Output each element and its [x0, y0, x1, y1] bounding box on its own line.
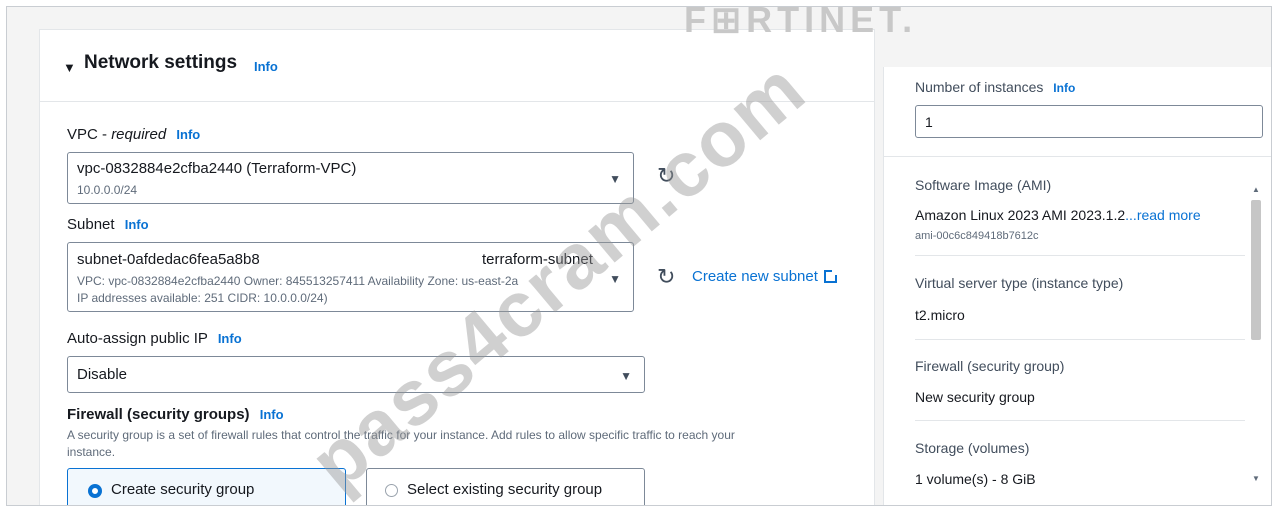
divider [915, 255, 1245, 256]
section-info-link[interactable]: Info [254, 59, 278, 74]
ami-value: Amazon Linux 2023 AMI 2023.1.2...read mo… [915, 207, 1201, 223]
select-existing-security-group-label: Select existing security group [407, 481, 603, 498]
subnet-info-link[interactable]: Info [125, 217, 149, 232]
fortinet-watermark: F⊞RTINET. [684, 0, 918, 40]
external-link-icon [823, 269, 838, 283]
create-security-group-label: Create security group [111, 481, 255, 498]
ami-value-text: Amazon Linux 2023 AMI 2023.1.2 [915, 207, 1126, 223]
subnet-label: Subnet Info [67, 216, 149, 233]
dropdown-arrow-icon: ▼ [620, 369, 632, 383]
ami-label: Software Image (AMI) [915, 177, 1052, 193]
radio-selected-icon [88, 484, 102, 498]
instances-label: Number of instances Info [915, 79, 1075, 95]
ami-id: ami-00c6c849418b7612c [915, 230, 1039, 242]
create-security-group-option[interactable]: Create security group [67, 468, 346, 505]
vpc-label-text: VPC - [67, 126, 112, 143]
vpc-select[interactable]: vpc-0832884e2cfba2440 (Terraform-VPC) 10… [67, 152, 634, 204]
scroll-thumb[interactable] [1251, 200, 1261, 340]
caret-down-icon[interactable]: ▼ [63, 60, 76, 75]
firewall-label: Firewall (security groups) Info [67, 406, 284, 423]
divider [915, 420, 1245, 421]
section-title: Network settings [84, 52, 238, 73]
create-new-subnet-link[interactable]: Create new subnet [692, 268, 838, 285]
vpc-info-link[interactable]: Info [176, 127, 200, 142]
firewall-info-link[interactable]: Info [260, 407, 284, 422]
refresh-icon[interactable]: ↻ [657, 264, 675, 290]
auto-assign-info-link[interactable]: Info [218, 331, 242, 346]
auto-assign-value: Disable [77, 366, 128, 383]
auto-assign-label-text: Auto-assign public IP [67, 330, 208, 347]
ami-read-more-link[interactable]: ...read more [1125, 207, 1200, 223]
firewall-summary-label: Firewall (security group) [915, 358, 1065, 374]
subnet-details-2: IP addresses available: 251 CIDR: 10.0.0… [77, 291, 328, 305]
select-existing-security-group-option[interactable]: Select existing security group [366, 468, 645, 505]
instances-value: 1 [925, 114, 933, 130]
auto-assign-label: Auto-assign public IP Info [67, 330, 242, 347]
vpc-value: vpc-0832884e2cfba2440 (Terraform-VPC) [77, 160, 357, 177]
instances-section: Number of instances Info 1 [884, 67, 1271, 157]
instance-type-value: t2.micro [915, 307, 965, 323]
instances-input[interactable]: 1 [915, 105, 1263, 138]
storage-value: 1 volume(s) - 8 GiB [915, 471, 1036, 487]
subnet-details-1: VPC: vpc-0832884e2cfba2440 Owner: 845513… [77, 274, 519, 288]
scroll-up-icon[interactable]: ▲ [1252, 185, 1260, 194]
vpc-label: VPC - required Info [67, 126, 200, 143]
firewall-summary-value: New security group [915, 389, 1035, 405]
scroll-down-icon[interactable]: ▼ [1252, 474, 1260, 483]
vpc-cidr: 10.0.0.0/24 [77, 183, 138, 197]
firewall-label-text: Firewall (security groups) [67, 406, 250, 423]
instances-info-link[interactable]: Info [1053, 81, 1075, 95]
create-new-subnet-text: Create new subnet [692, 268, 818, 285]
subnet-label-text: Subnet [67, 216, 115, 233]
subnet-value: subnet-0afdedac6fea5a8b8 [77, 251, 260, 268]
vpc-required-text: required [111, 126, 167, 143]
radio-unselected-icon [385, 484, 398, 497]
instances-label-text: Number of instances [915, 79, 1044, 95]
summary-panel: Number of instances Info 1 Software Imag… [883, 67, 1271, 505]
divider [915, 339, 1245, 340]
instance-type-label: Virtual server type (instance type) [915, 275, 1124, 291]
storage-label: Storage (volumes) [915, 440, 1030, 456]
